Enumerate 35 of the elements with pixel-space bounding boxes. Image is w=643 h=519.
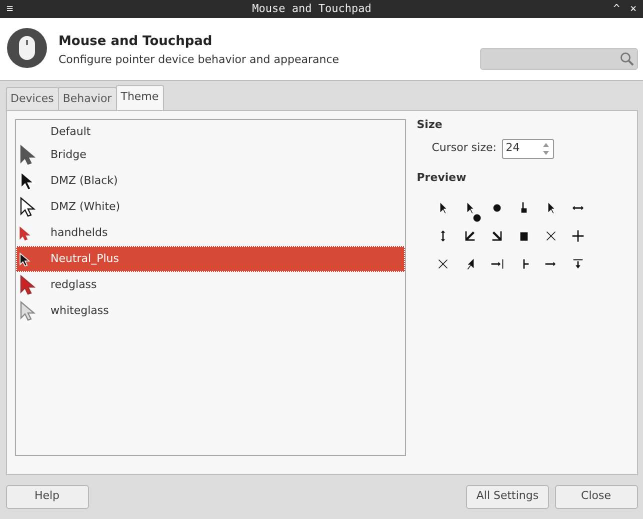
- cursor-size-spinner[interactable]: 24: [502, 138, 554, 158]
- spin-arrows-icon[interactable]: [542, 140, 550, 156]
- window-title: Mouse and Touchpad: [251, 0, 372, 17]
- tab[interactable]: Devices: [6, 86, 59, 110]
- theme-row[interactable]: DMZ (Black): [16, 168, 405, 194]
- theme-row[interactable]: redglass: [16, 272, 405, 298]
- page-subtitle: Configure pointer device behavior and appearance: [58, 52, 340, 68]
- tab[interactable]: Theme: [116, 84, 164, 110]
- section-heading: Size: [416, 116, 444, 132]
- theme-row[interactable]: handhelds: [16, 220, 405, 246]
- cursor-icon: [18, 274, 38, 296]
- mouse-icon: [6, 27, 48, 69]
- theme-row[interactable]: whiteglass: [16, 298, 405, 324]
- cursor-icon: [18, 226, 32, 241]
- all-settings-button[interactable]: All Settings: [466, 484, 549, 508]
- close-dialog-button[interactable]: Close: [554, 484, 638, 508]
- close-button[interactable]: ×: [626, 0, 640, 18]
- cursor-icon: [18, 170, 38, 192]
- page-title: Mouse and Touchpad: [58, 33, 214, 51]
- menu-button[interactable]: ≡: [2, 0, 17, 18]
- theme-row[interactable]: Default: [16, 122, 405, 142]
- cursor-icon: [18, 144, 38, 166]
- help-button[interactable]: Help: [6, 484, 88, 508]
- section-heading: Preview: [416, 170, 468, 186]
- field-label: Cursor size:: [432, 140, 496, 156]
- theme-row[interactable]: DMZ (White): [16, 194, 405, 220]
- search-field[interactable]: [480, 48, 638, 70]
- theme-row[interactable]: Bridge: [16, 142, 405, 168]
- cursor-icon: [18, 252, 32, 267]
- search-icon: [620, 52, 634, 66]
- tab[interactable]: Behavior: [58, 86, 117, 110]
- cursor-icon: [18, 300, 38, 322]
- theme-row[interactable]: Neutral_Plus: [16, 246, 405, 272]
- maximize-button[interactable]: ^: [610, 0, 624, 18]
- cursor-icon: [18, 196, 38, 218]
